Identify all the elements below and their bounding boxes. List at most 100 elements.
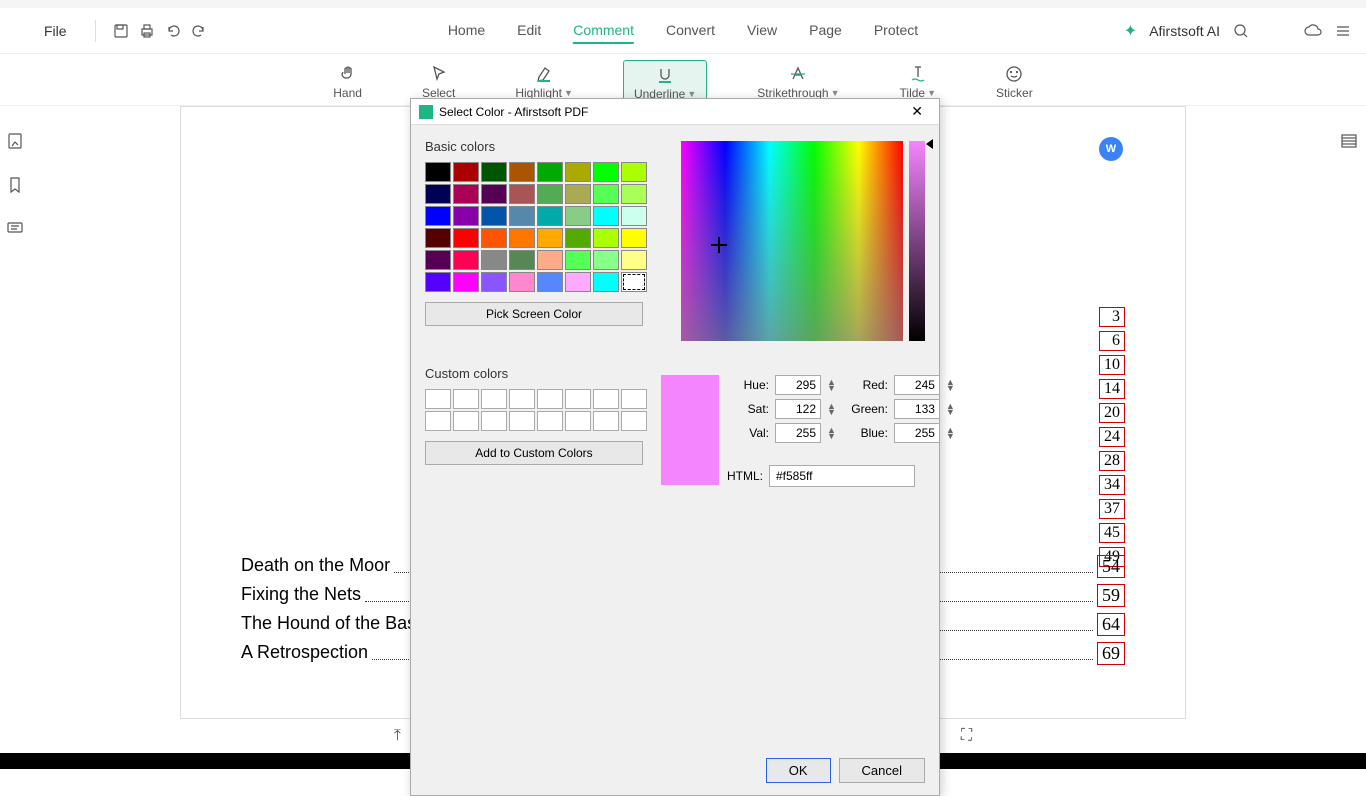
hue-input[interactable] [775,375,821,395]
basic-color-swatch[interactable] [509,184,535,204]
basic-color-swatch[interactable] [481,184,507,204]
basic-color-swatch[interactable] [425,272,451,292]
basic-color-swatch[interactable] [565,162,591,182]
basic-color-swatch[interactable] [453,206,479,226]
blue-input[interactable] [894,423,940,443]
custom-color-slot[interactable] [453,411,479,431]
basic-color-swatch[interactable] [565,206,591,226]
basic-color-swatch[interactable] [621,162,647,182]
basic-color-swatch[interactable] [621,228,647,248]
basic-color-swatch[interactable] [537,206,563,226]
basic-color-swatch[interactable] [453,184,479,204]
custom-color-slot[interactable] [453,389,479,409]
settings-icon[interactable] [1334,22,1352,40]
cloud-icon[interactable] [1304,22,1322,40]
basic-color-swatch[interactable] [537,184,563,204]
basic-color-swatch[interactable] [425,206,451,226]
basic-color-swatch[interactable] [621,206,647,226]
basic-color-swatch[interactable] [425,228,451,248]
search-icon[interactable] [1232,22,1250,40]
basic-color-swatch[interactable] [537,272,563,292]
basic-color-swatch[interactable] [565,250,591,270]
cancel-button[interactable]: Cancel [839,758,925,783]
basic-color-swatch[interactable] [593,162,619,182]
redo-icon[interactable] [190,22,208,40]
add-custom-colors-button[interactable]: Add to Custom Colors [425,441,643,465]
basic-color-swatch[interactable] [593,228,619,248]
custom-color-slot[interactable] [565,389,591,409]
val-input[interactable] [775,423,821,443]
tab-home[interactable]: Home [448,18,485,44]
basic-color-swatch[interactable] [481,206,507,226]
save-icon[interactable] [112,22,130,40]
ai-button[interactable]: Afirstsoft AI [1149,23,1220,39]
tab-page[interactable]: Page [809,18,842,44]
custom-color-slot[interactable] [537,389,563,409]
basic-color-swatch[interactable] [509,272,535,292]
basic-color-swatch[interactable] [593,250,619,270]
green-input[interactable] [894,399,940,419]
basic-color-swatch[interactable] [425,162,451,182]
custom-color-slot[interactable] [509,411,535,431]
custom-color-slot[interactable] [565,411,591,431]
pick-screen-color-button[interactable]: Pick Screen Color [425,302,643,326]
basic-color-swatch[interactable] [481,250,507,270]
custom-color-slot[interactable] [481,411,507,431]
basic-color-swatch[interactable] [481,162,507,182]
value-slider[interactable] [909,141,925,341]
hamburger-icon[interactable] [14,22,32,40]
custom-color-slot[interactable] [537,411,563,431]
basic-color-swatch[interactable] [537,228,563,248]
sat-input[interactable] [775,399,821,419]
basic-color-swatch[interactable] [425,250,451,270]
custom-color-slot[interactable] [593,389,619,409]
basic-color-swatch[interactable] [537,250,563,270]
custom-color-slot[interactable] [621,389,647,409]
custom-color-slot[interactable] [593,411,619,431]
html-input[interactable] [769,465,915,487]
basic-color-swatch[interactable] [453,228,479,248]
tab-convert[interactable]: Convert [666,18,715,44]
basic-color-swatch[interactable] [593,206,619,226]
comments-icon[interactable] [6,220,26,240]
custom-color-slot[interactable] [509,389,535,409]
basic-color-swatch[interactable] [565,272,591,292]
basic-color-swatch[interactable] [425,184,451,204]
basic-color-swatch[interactable] [537,162,563,182]
basic-color-swatch[interactable] [453,250,479,270]
scroll-top-icon[interactable]: ⤒ [388,725,407,747]
custom-color-slot[interactable] [621,411,647,431]
thumbnails-icon[interactable] [6,132,26,152]
close-icon[interactable]: ✕ [903,101,931,122]
basic-color-swatch[interactable] [621,272,647,292]
custom-color-slot[interactable] [481,389,507,409]
color-field[interactable] [681,141,903,341]
basic-color-swatch[interactable] [453,162,479,182]
tab-view[interactable]: View [747,18,777,44]
fullscreen-icon[interactable]: ⛶ [955,725,978,747]
tab-protect[interactable]: Protect [874,18,918,44]
custom-color-slot[interactable] [425,389,451,409]
basic-color-swatch[interactable] [453,272,479,292]
undo-icon[interactable] [164,22,182,40]
tab-comment[interactable]: Comment [573,18,634,44]
basic-color-swatch[interactable] [621,184,647,204]
word-badge[interactable]: W [1099,137,1123,161]
panel-icon[interactable] [1340,132,1360,152]
custom-color-slot[interactable] [425,411,451,431]
bookmark-icon[interactable] [6,176,26,196]
basic-color-swatch[interactable] [481,272,507,292]
tool-hand[interactable]: Hand [323,60,372,104]
ok-button[interactable]: OK [766,758,831,783]
tool-sticker[interactable]: Sticker [986,60,1043,104]
basic-color-swatch[interactable] [509,162,535,182]
basic-color-swatch[interactable] [593,272,619,292]
basic-color-swatch[interactable] [509,228,535,248]
basic-color-swatch[interactable] [481,228,507,248]
red-input[interactable] [894,375,940,395]
basic-color-swatch[interactable] [565,184,591,204]
basic-color-swatch[interactable] [509,206,535,226]
tab-edit[interactable]: Edit [517,18,541,44]
basic-color-swatch[interactable] [509,250,535,270]
basic-color-swatch[interactable] [621,250,647,270]
